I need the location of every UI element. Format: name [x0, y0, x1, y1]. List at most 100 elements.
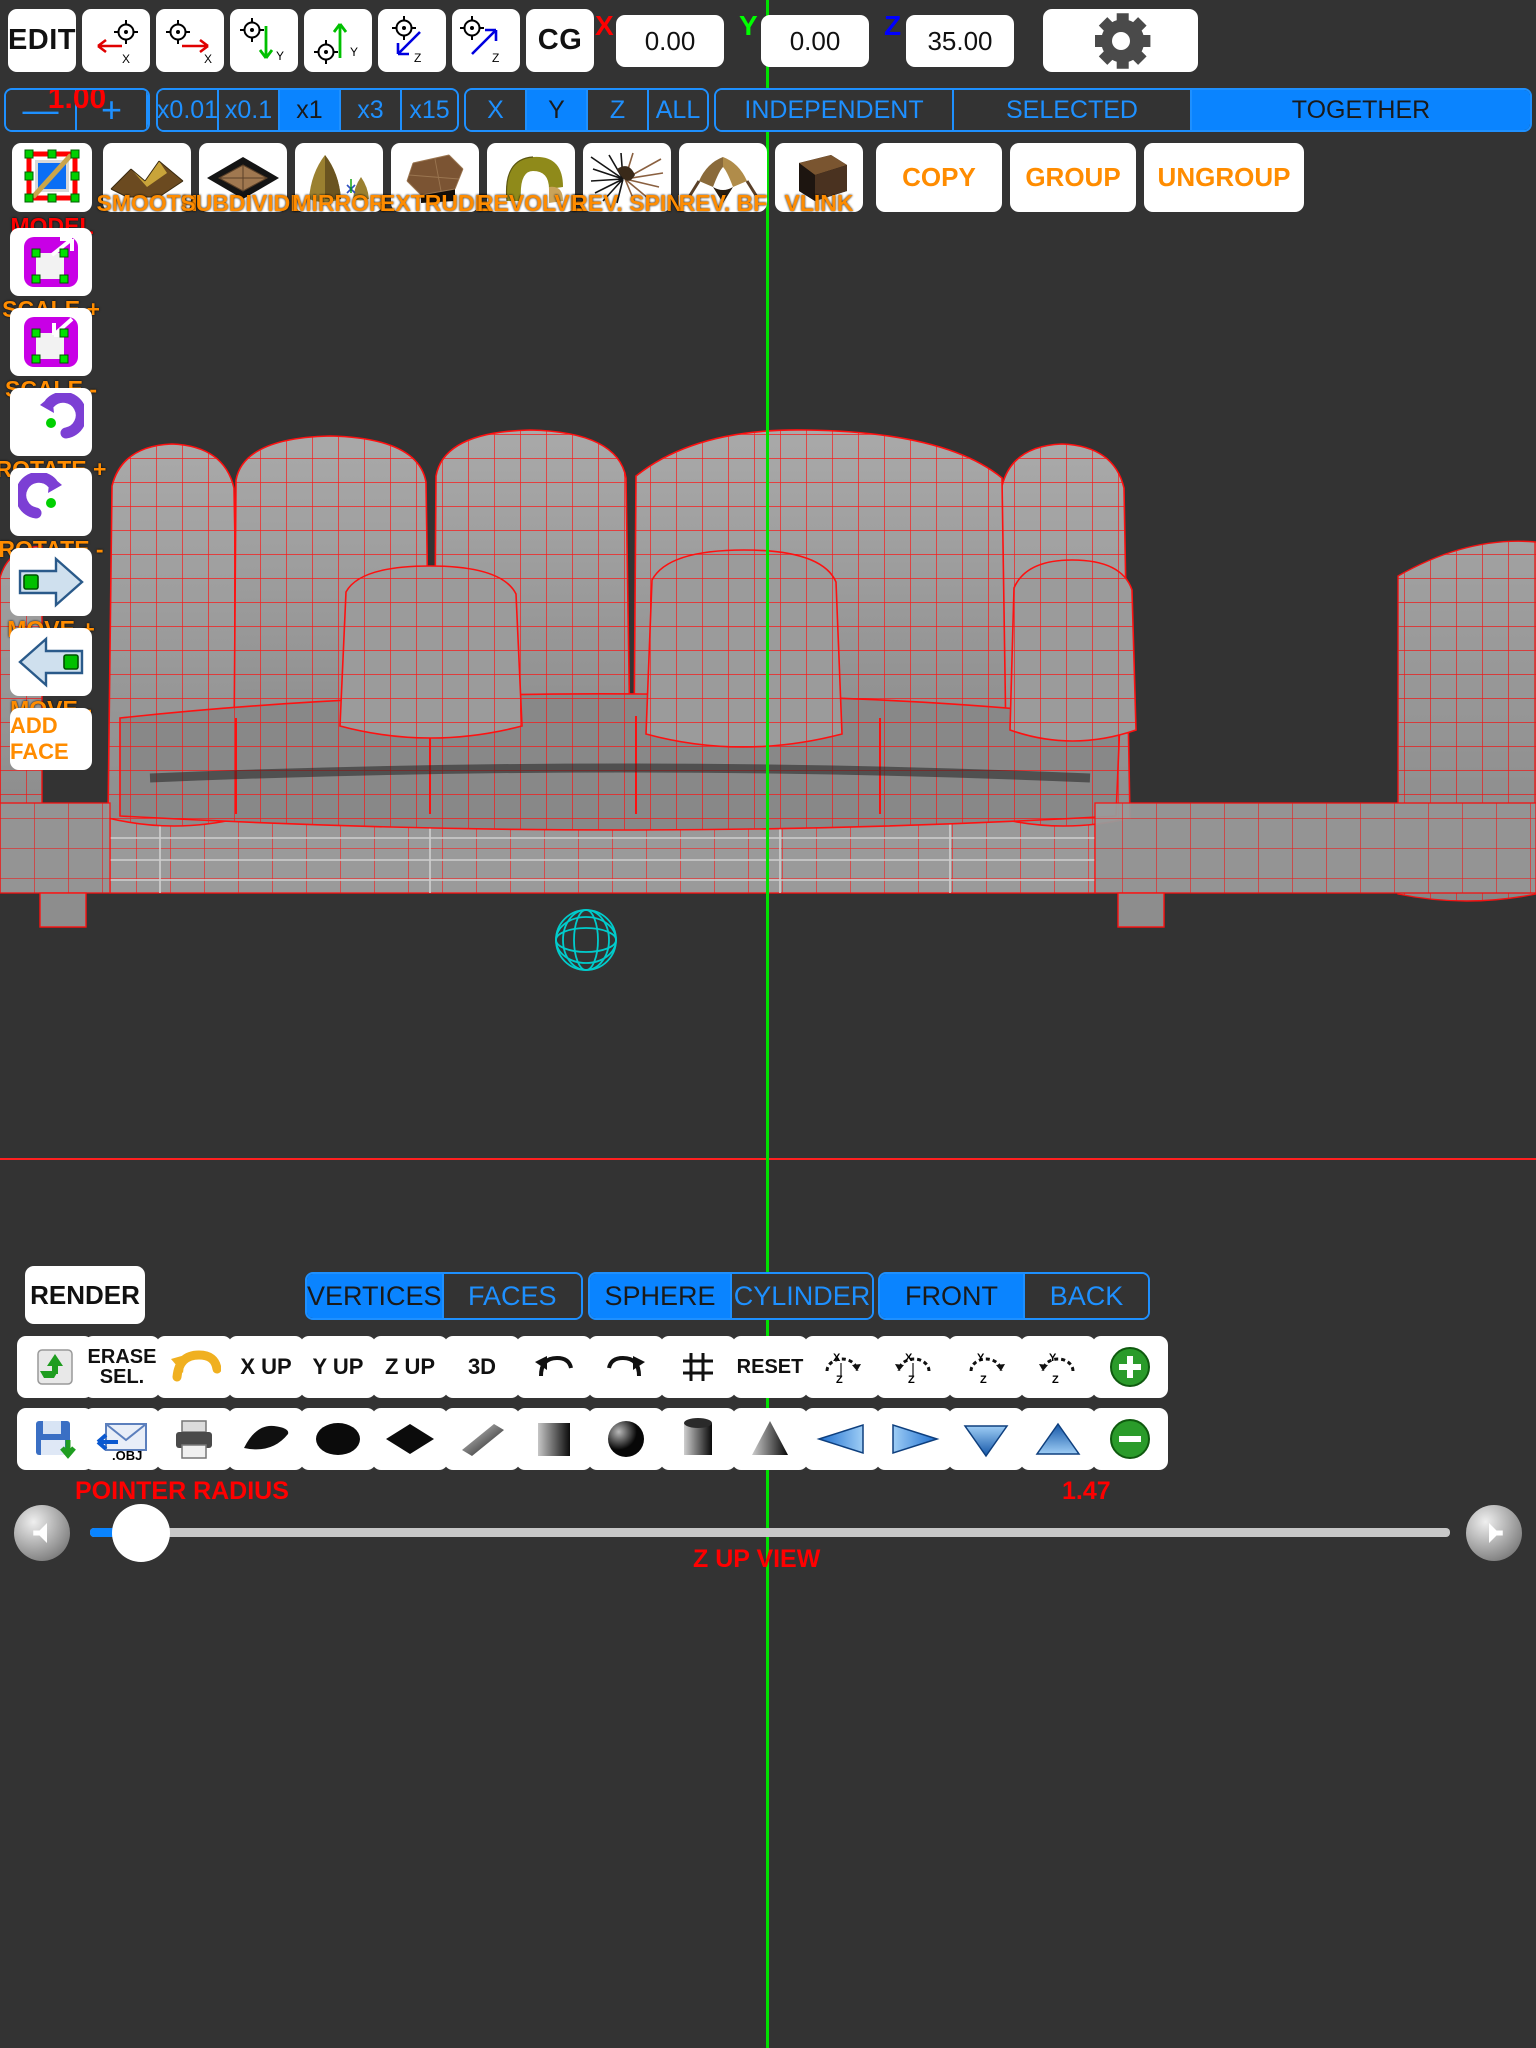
move-minus-z-button[interactable]: Z: [378, 9, 446, 72]
diamond-primitive-button[interactable]: [372, 1408, 448, 1470]
rotate-y-z-button[interactable]: Y Z: [948, 1336, 1024, 1398]
render-button[interactable]: RENDER: [25, 1266, 145, 1324]
y-up-button[interactable]: Y UP: [300, 1336, 376, 1398]
multiplier-x3[interactable]: x3: [341, 90, 402, 130]
vertices-tab[interactable]: VERTICES: [307, 1274, 444, 1318]
multiplier-x1[interactable]: x1: [280, 90, 341, 130]
axis-z-button[interactable]: Z: [588, 90, 649, 130]
model-button[interactable]: MODEL: [10, 143, 94, 238]
move-plus-button[interactable]: MOVE +: [7, 548, 95, 641]
undo-button[interactable]: [516, 1336, 592, 1398]
triangle-up-button[interactable]: [1020, 1408, 1096, 1470]
mode-selected-button[interactable]: SELECTED: [954, 90, 1192, 130]
mirror-button[interactable]: MIRROR: [292, 143, 386, 215]
triangle-left-button[interactable]: [804, 1408, 880, 1470]
print-button[interactable]: [156, 1408, 232, 1470]
rev-bf-button[interactable]: REV. BF: [679, 143, 767, 215]
zoom-out-button[interactable]: [1092, 1408, 1168, 1470]
x-up-button[interactable]: X UP: [228, 1336, 304, 1398]
import-obj-button[interactable]: .OBJ: [84, 1408, 160, 1470]
redo-button[interactable]: [588, 1336, 664, 1398]
multiplier-x15[interactable]: x15: [402, 90, 457, 130]
mode-together-button[interactable]: TOGETHER: [1192, 90, 1530, 130]
step-stepper[interactable]: — + 1.00: [4, 88, 150, 132]
x-coordinate-field[interactable]: 0.00: [616, 15, 724, 67]
subdivide-button[interactable]: SUBDIVIDE: [180, 143, 306, 215]
cylinder-primitive-button[interactable]: [660, 1408, 736, 1470]
sphere-primitive-button[interactable]: [300, 1408, 376, 1470]
move-minus-y-button[interactable]: Y: [230, 9, 298, 72]
cg-button[interactable]: CG: [526, 9, 594, 72]
top-toolbar: EDIT X X Y Y Z Z CG X 0.00 Y 0.00 Z 35.0…: [0, 0, 1536, 80]
hemisphere-primitive-button[interactable]: [588, 1408, 664, 1470]
pointer-radius-slider-track[interactable]: [90, 1528, 1450, 1537]
multiplier-segmented-control[interactable]: x0.01 x0.1 x1 x3 x15: [156, 88, 459, 132]
settings-button[interactable]: [1043, 9, 1198, 72]
mode-segmented-control[interactable]: INDEPENDENT SELECTED TOGETHER: [714, 88, 1532, 132]
facing-control[interactable]: FRONT BACK: [878, 1272, 1150, 1320]
next-button[interactable]: [1466, 1505, 1522, 1561]
multiplier-x0-1[interactable]: x0.1: [219, 90, 280, 130]
zoom-in-button[interactable]: [1092, 1336, 1168, 1398]
move-plus-y-button[interactable]: Y: [304, 9, 372, 72]
scale-plus-button[interactable]: SCALE +: [2, 228, 100, 321]
revolve-button[interactable]: REVOLVE: [477, 143, 585, 215]
rev-spin-button[interactable]: REV. SPIN: [571, 143, 683, 215]
selection-mode-control[interactable]: VERTICES FACES: [305, 1272, 583, 1320]
three-d-button[interactable]: 3D: [444, 1336, 520, 1398]
mode-independent-button[interactable]: INDEPENDENT: [716, 90, 954, 130]
primitive-control[interactable]: SPHERE CYLINDER: [588, 1272, 874, 1320]
fit-button[interactable]: [660, 1336, 736, 1398]
plane-primitive-button[interactable]: [228, 1408, 304, 1470]
reset-button[interactable]: RESET: [732, 1336, 808, 1398]
axis-all-button[interactable]: ALL: [649, 90, 707, 130]
minus-x-icon: X: [97, 19, 138, 66]
axis-x-button[interactable]: X: [466, 90, 527, 130]
move-plus-x-button[interactable]: X: [156, 9, 224, 72]
triangle-down-button[interactable]: [948, 1408, 1024, 1470]
arrow-right-icon: [1489, 1523, 1503, 1543]
edit-button[interactable]: EDIT: [8, 9, 76, 72]
move-plus-z-button[interactable]: Z: [452, 9, 520, 72]
trash-button[interactable]: [17, 1336, 93, 1398]
erase-selection-button[interactable]: ERASE SEL.: [84, 1336, 160, 1398]
vlink-button[interactable]: VLINK: [775, 143, 863, 215]
cone-primitive-button[interactable]: [732, 1408, 808, 1470]
copy-button[interactable]: COPY: [876, 143, 1002, 212]
add-face-button[interactable]: ADD FACE: [10, 708, 92, 770]
y-coordinate-field[interactable]: 0.00: [761, 15, 869, 67]
ungroup-button[interactable]: UNGROUP: [1144, 143, 1304, 212]
cylinder-tab[interactable]: CYLINDER: [732, 1274, 872, 1318]
undo-big-button[interactable]: [156, 1336, 232, 1398]
rotate-x-z-button[interactable]: X Z: [804, 1336, 880, 1398]
z-up-button[interactable]: Z UP: [372, 1336, 448, 1398]
prev-button[interactable]: [14, 1505, 70, 1561]
diamond-black-icon: [386, 1424, 434, 1454]
back-tab[interactable]: BACK: [1024, 1274, 1148, 1318]
rotate-y-z-alt-button[interactable]: Y Z: [1020, 1336, 1096, 1398]
move-minus-button[interactable]: MOVE -: [10, 628, 92, 721]
rotate-plus-button[interactable]: ROTATE +: [0, 388, 106, 481]
sphere-tab[interactable]: SPHERE: [590, 1274, 732, 1318]
smooth-button[interactable]: SMOOTH: [97, 143, 197, 215]
faces-tab[interactable]: FACES: [443, 1274, 581, 1318]
pointer-radius-slider-knob[interactable]: [112, 1504, 170, 1562]
group-button[interactable]: GROUP: [1010, 143, 1136, 212]
rotate-x-z-alt-button[interactable]: X Z: [876, 1336, 952, 1398]
axis-segmented-control[interactable]: X Y Z ALL: [464, 88, 709, 132]
save-button[interactable]: [17, 1408, 93, 1470]
triangle-right-button[interactable]: [876, 1408, 952, 1470]
extrude-button[interactable]: EXTRUDE: [380, 143, 490, 215]
front-tab[interactable]: FRONT: [880, 1274, 1025, 1318]
multiplier-x0-01[interactable]: x0.01: [158, 90, 219, 130]
z-coordinate-field[interactable]: 35.00: [906, 15, 1014, 67]
cube-primitive-button[interactable]: [516, 1408, 592, 1470]
scale-minus-button[interactable]: SCALE -: [5, 308, 97, 401]
y-axis-label: Y: [739, 10, 758, 41]
slab-primitive-button[interactable]: [444, 1408, 520, 1470]
minus-y-icon: Y: [240, 17, 284, 63]
svg-text:Z: Z: [1052, 1374, 1059, 1386]
axis-y-button[interactable]: Y: [527, 90, 588, 130]
move-minus-x-button[interactable]: X: [82, 9, 150, 72]
rotate-minus-button[interactable]: ROTATE -: [0, 468, 104, 561]
